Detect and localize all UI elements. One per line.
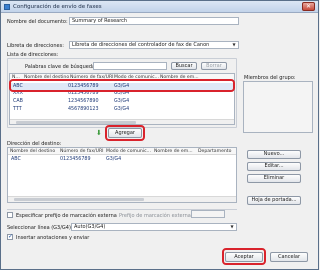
line-select-value: Auto(G3/G4) <box>74 224 106 230</box>
destination-name: CAB <box>13 99 23 104</box>
destination-header: Nombre del destino Número de fax/URI Mod… <box>8 148 236 155</box>
horizontal-scrollbar[interactable] <box>8 196 236 202</box>
line-select-label: Seleccionar línea (G3/G4): <box>7 225 73 231</box>
destination-name: ABC <box>11 157 21 162</box>
column-header[interactable]: Departamento <box>198 149 231 154</box>
scrollbar-thumb[interactable] <box>16 121 136 124</box>
prefix-label: Prefijo de marcación externa: <box>119 213 193 219</box>
table-row[interactable]: TTT 4567890123 G3/G4 <box>10 106 234 113</box>
app-icon <box>4 4 10 10</box>
insert-annotations-label: Insertar anotaciones y enviar <box>16 235 90 241</box>
edit-button[interactable]: Editar... <box>247 162 301 171</box>
new-button[interactable]: Nuevo... <box>247 150 301 159</box>
column-header[interactable]: Nombre del destino <box>10 149 55 154</box>
table-row[interactable]: ABC 0123456789 G3/G4 <box>8 156 236 163</box>
fax-number: 0123456789 <box>60 157 91 162</box>
fax-number: 4567890123 <box>68 107 99 112</box>
search-keywords-input[interactable] <box>93 62 167 70</box>
prefix-checkbox-label: Especificar prefijo de marcación externa <box>16 213 117 219</box>
address-book-label: Libreta de direcciones: <box>7 43 64 49</box>
document-name-label: Nombre del documento: <box>7 19 68 25</box>
highlight-ok-button <box>222 248 266 265</box>
title-bar: Configuración de envío de faxes ✕ <box>1 1 318 13</box>
column-header[interactable]: Nombre de em... <box>154 149 193 154</box>
scrollbar-thumb[interactable] <box>14 198 144 201</box>
fax-settings-dialog: Configuración de envío de faxes ✕ Nombre… <box>0 0 319 270</box>
fax-number: 1234567890 <box>68 99 99 104</box>
highlight-selected-row <box>9 79 235 92</box>
prefix-field[interactable] <box>191 210 225 218</box>
document-name-field[interactable]: Summary of Research <box>69 17 239 25</box>
search-keywords-label: Palabras clave de búsqueda: <box>25 64 97 70</box>
highlight-add-button <box>105 125 145 141</box>
prefix-checkbox[interactable] <box>7 212 13 218</box>
cancel-button[interactable]: Cancelar <box>270 252 308 262</box>
clear-button[interactable]: Borrar <box>201 62 227 70</box>
arrow-down-icon: ⬇ <box>96 129 102 137</box>
search-button[interactable]: Buscar <box>171 62 197 70</box>
comm-mode: G3/G4 <box>106 157 122 162</box>
destination-table[interactable]: Nombre del destino Número de fax/URI Mod… <box>7 147 237 203</box>
line-select[interactable]: Auto(G3/G4) ▼ <box>71 223 237 231</box>
chevron-down-icon: ▼ <box>230 224 234 229</box>
address-book-value: Libreta de direcciones del controlador d… <box>72 42 210 48</box>
window-title: Configuración de envío de faxes <box>13 4 102 10</box>
comm-mode: G3/G4 <box>114 107 130 112</box>
comm-mode: G3/G4 <box>114 99 130 104</box>
destination-name: TTT <box>13 107 22 112</box>
group-members-list[interactable] <box>243 81 313 133</box>
insert-annotations-checkbox[interactable] <box>7 233 13 240</box>
column-header[interactable]: Número de fax/URI <box>60 149 104 154</box>
chevron-down-icon: ▼ <box>232 42 236 47</box>
close-button[interactable]: ✕ <box>302 2 315 11</box>
delete-button[interactable]: Eliminar <box>247 174 301 183</box>
column-header[interactable]: Modo de comunic... <box>106 149 151 154</box>
cover-sheet-button[interactable]: Hoja de portada... <box>247 196 301 205</box>
address-book-select[interactable]: Libreta de direcciones del controlador d… <box>69 41 239 49</box>
table-row[interactable]: CAB 1234567890 G3/G4 <box>10 98 234 105</box>
